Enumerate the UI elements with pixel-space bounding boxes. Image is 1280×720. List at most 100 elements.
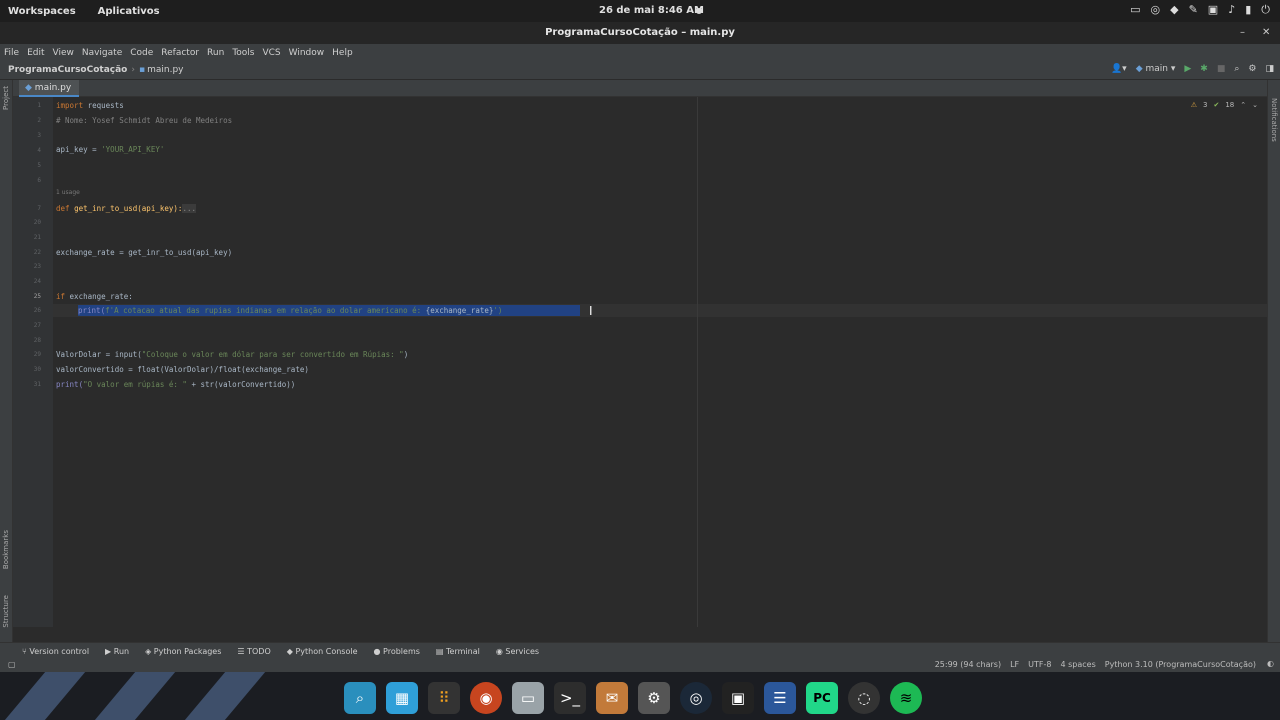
minimize-button[interactable]: –: [1240, 22, 1245, 44]
settings-app-icon[interactable]: ⚙: [638, 681, 670, 714]
code-line-4: api_key = 'YOUR_API_KEY': [56, 145, 165, 154]
display-icon[interactable]: ▣: [1208, 3, 1218, 17]
menu-vcs[interactable]: VCS: [262, 48, 280, 58]
todo-tab[interactable]: ☰ TODO: [237, 647, 270, 656]
close-button[interactable]: ✕: [1262, 22, 1270, 44]
run-config-label: main: [1145, 64, 1168, 74]
spotify-icon[interactable]: ≋: [890, 681, 922, 714]
system-top-bar: Workspaces Aplicativos 26 de mai 8:46 AM…: [0, 0, 1280, 22]
nav-toolbar: 👤▾ ◆ main ▾ ▶ ✱ ■ ⌕ ⚙ ◨: [1111, 64, 1274, 74]
notifications-tool-button[interactable]: Notifications: [1270, 98, 1278, 142]
app-grid-icon[interactable]: ⠿: [428, 681, 460, 714]
version-control-tab[interactable]: ⑂ Version control: [22, 647, 89, 656]
user-icon[interactable]: 👤▾: [1111, 64, 1127, 74]
steam-tray-icon[interactable]: ◎: [1151, 3, 1161, 17]
document-app-icon[interactable]: ☰: [764, 681, 796, 714]
run-tab[interactable]: ▶ Run: [105, 647, 129, 656]
python-console-tab[interactable]: ◆ Python Console: [287, 647, 358, 656]
app-tray-icon[interactable]: ◆: [1170, 3, 1178, 17]
volume-icon[interactable]: ♪: [1228, 3, 1235, 17]
firefox-icon[interactable]: ◉: [470, 681, 502, 714]
line-number: 22: [33, 249, 41, 256]
tab-main-py[interactable]: ◆ main.py: [19, 80, 80, 97]
terminal-app-icon[interactable]: >_: [554, 681, 586, 714]
obs-icon[interactable]: ◌: [848, 681, 880, 714]
screen-icon[interactable]: ▭: [1130, 3, 1140, 17]
file-manager-icon[interactable]: ▭: [512, 681, 544, 714]
code-line-7: def get_inr_to_usd(api_key):...: [56, 204, 196, 213]
menu-bar: File Edit View Navigate Code Refactor Ru…: [0, 44, 1280, 61]
usage-hint[interactable]: 1 usage: [56, 189, 80, 196]
warning-icon: ⚠: [1190, 101, 1197, 109]
python-icon: ◆: [1135, 64, 1143, 74]
stop-icon[interactable]: ■: [1217, 64, 1226, 74]
line-number: 24: [33, 278, 41, 285]
line-number: 21: [33, 234, 41, 241]
folded-code[interactable]: ...: [182, 204, 196, 213]
menu-help[interactable]: Help: [332, 48, 353, 58]
inspection-widget[interactable]: ⚠ 3 ✔ 18 ⌃ ⌄: [1191, 101, 1258, 109]
workspaces-button[interactable]: Workspaces: [8, 6, 76, 17]
services-tab[interactable]: ◉ Services: [496, 647, 539, 656]
problems-tab[interactable]: ● Problems: [374, 647, 420, 656]
chevron-up-icon[interactable]: ⌃: [1240, 101, 1246, 109]
edit-tray-icon[interactable]: ✎: [1189, 3, 1198, 17]
weak-warning-icon: ✔: [1213, 101, 1220, 109]
steam-icon[interactable]: ◎: [680, 681, 712, 714]
line-number: 26: [33, 307, 41, 314]
project-tool-button[interactable]: Project: [2, 86, 10, 110]
layout-icon[interactable]: ▢: [8, 660, 16, 669]
python-interpreter[interactable]: Python 3.10 (ProgramaCursoCotação): [1105, 660, 1256, 669]
file-encoding[interactable]: UTF-8: [1028, 660, 1051, 669]
chevron-down-icon[interactable]: ⌄: [1252, 101, 1258, 109]
menu-tools[interactable]: Tools: [232, 48, 254, 58]
menu-code[interactable]: Code: [130, 48, 153, 58]
bookmarks-tool-button[interactable]: Bookmarks: [2, 530, 10, 569]
software-store-icon[interactable]: ✉: [596, 681, 628, 714]
menu-file[interactable]: File: [4, 48, 19, 58]
indent-setting[interactable]: 4 spaces: [1060, 660, 1095, 669]
pycharm-icon[interactable]: PC: [806, 681, 838, 714]
caret-position[interactable]: 25:99 (94 chars): [935, 660, 1001, 669]
search-app-icon[interactable]: ⌕: [344, 681, 376, 714]
run-config-selector[interactable]: ◆ main ▾: [1136, 64, 1176, 74]
line-number: 23: [33, 263, 41, 270]
menu-navigate[interactable]: Navigate: [82, 48, 122, 58]
breadcrumb-file[interactable]: main.py: [147, 65, 183, 75]
run-icon[interactable]: ▶: [1184, 64, 1191, 74]
code-editor[interactable]: [53, 97, 1267, 627]
plugin-icon[interactable]: ◨: [1265, 64, 1274, 74]
breadcrumb-separator: ›: [131, 65, 135, 75]
menu-refactor[interactable]: Refactor: [161, 48, 199, 58]
lock-icon[interactable]: ◐: [1267, 659, 1274, 668]
weak-warning-count: 18: [1225, 101, 1235, 109]
breadcrumb-project[interactable]: ProgramaCursoCotação: [8, 65, 127, 75]
navigation-bar: ProgramaCursoCotação › ▪ main.py 👤▾ ◆ ma…: [0, 61, 1280, 80]
menu-view[interactable]: View: [53, 48, 74, 58]
python-file-icon: ▪: [138, 65, 146, 75]
settings-icon[interactable]: ⚙: [1248, 64, 1256, 74]
structure-tool-button[interactable]: Structure: [2, 595, 10, 628]
line-separator[interactable]: LF: [1010, 660, 1019, 669]
menu-edit[interactable]: Edit: [27, 48, 44, 58]
line-number: 6: [37, 177, 41, 184]
code-line-30: print("O valor em rúpias é: " + str(valo…: [56, 380, 296, 389]
python-packages-tab[interactable]: ◈ Python Packages: [145, 647, 221, 656]
menu-window[interactable]: Window: [289, 48, 325, 58]
right-tool-strip: Notifications: [1267, 80, 1280, 642]
battery-icon[interactable]: ▮: [1245, 3, 1251, 17]
applications-button[interactable]: Aplicativos: [98, 6, 160, 17]
search-icon[interactable]: ⌕: [1234, 64, 1239, 74]
clock[interactable]: 26 de mai 8:46 AM: [599, 5, 704, 16]
line-number: 20: [33, 219, 41, 226]
editor-tabs: ◆ main.py: [13, 80, 1267, 97]
terminal-tab[interactable]: ▤ Terminal: [436, 647, 480, 656]
power-icon[interactable]: ⏻: [1261, 3, 1270, 17]
line-number: 30: [33, 366, 41, 373]
debug-icon[interactable]: ✱: [1200, 64, 1208, 74]
menu-run[interactable]: Run: [207, 48, 224, 58]
files-app-icon[interactable]: ▦: [386, 681, 418, 714]
workspace-app-icon[interactable]: ▣: [722, 681, 754, 714]
code-line-29: valorConvertido = float(ValorDolar)/floa…: [56, 365, 309, 374]
line-number: 1: [37, 102, 41, 109]
